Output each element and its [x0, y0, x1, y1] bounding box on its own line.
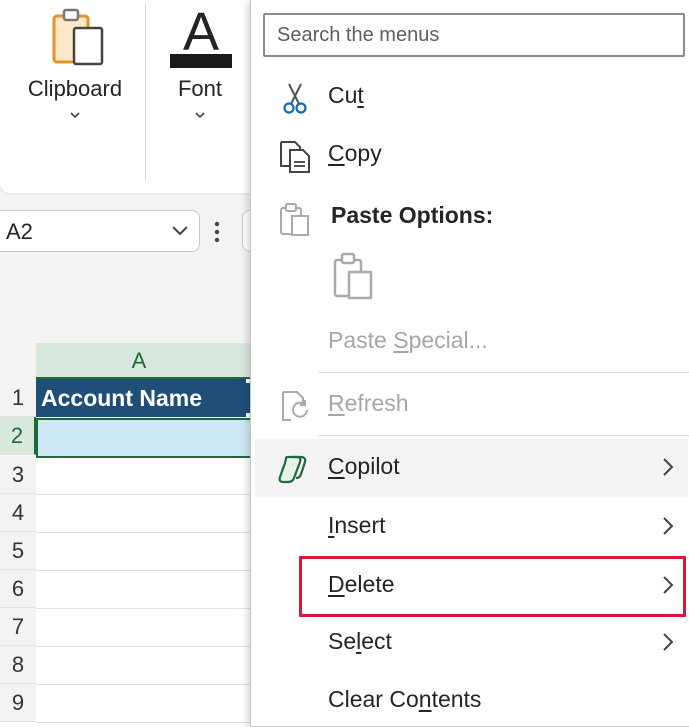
menu-item-cut[interactable]: Cut: [255, 68, 688, 124]
font-icon: A: [170, 4, 232, 68]
name-box-value: A2: [6, 219, 33, 244]
context-menu: Cut Copy Paste Options: Paste Special...: [250, 0, 689, 727]
ribbon: Clipboard A Font: [0, 0, 262, 193]
menu-item-clear-contents[interactable]: Clear Contents: [255, 672, 688, 727]
chevron-down-icon[interactable]: [171, 225, 189, 237]
ribbon-divider: [145, 4, 146, 180]
paste-icon[interactable]: [329, 250, 377, 302]
gridline: [36, 570, 262, 571]
menu-separator: [319, 372, 689, 373]
gridline: [36, 722, 262, 723]
menu-item-label: Select: [328, 628, 392, 654]
menu-item-delete[interactable]: Delete: [255, 557, 688, 613]
menu-item-label: Delete: [328, 571, 395, 597]
menu-item-label: Copilot: [328, 453, 400, 479]
chevron-right-icon: [663, 633, 674, 651]
select-all-corner[interactable]: [0, 343, 36, 379]
chevron-right-icon: [663, 458, 674, 476]
font-group[interactable]: A Font: [150, 0, 250, 140]
menu-separator: [319, 435, 689, 436]
chevron-right-icon: [663, 517, 674, 535]
chevron-right-icon: [663, 576, 674, 594]
menu-item-refresh: Refresh: [255, 376, 688, 432]
gridline: [36, 494, 262, 495]
column-header-a[interactable]: A: [36, 343, 262, 379]
menu-item-label: Insert: [328, 512, 386, 538]
menu-item-paste-special: Paste Special...: [255, 313, 688, 369]
menu-item-label: Copy: [328, 140, 382, 166]
menu-item-copy[interactable]: Copy: [255, 126, 688, 182]
font-glyph: A: [183, 4, 219, 62]
clipboard-label: Clipboard: [27, 76, 123, 101]
menu-item-label: Cut: [328, 82, 364, 108]
menu-item-select[interactable]: Select: [255, 614, 688, 670]
row-header[interactable]: 6: [0, 570, 36, 608]
row-header[interactable]: 4: [0, 494, 36, 532]
more-options-icon[interactable]: [214, 220, 220, 244]
menu-item-label: Clear Contents: [328, 686, 482, 712]
gridline: [36, 532, 262, 533]
chevron-down-icon: [195, 112, 205, 119]
row-header[interactable]: 5: [0, 532, 36, 570]
font-label: Font: [177, 76, 223, 101]
menu-item-copilot[interactable]: Copilot: [255, 439, 688, 497]
refresh-icon: [282, 391, 308, 421]
paste-options-label: Paste Options:: [331, 202, 494, 228]
row-header[interactable]: 1: [0, 379, 36, 417]
menu-item-paste-options: Paste Options:: [255, 188, 688, 244]
menu-search-input[interactable]: [263, 13, 685, 57]
gridline: [36, 646, 262, 647]
row-header[interactable]: 2: [0, 417, 36, 455]
gridline: [36, 608, 262, 609]
menu-item-label: Refresh: [328, 390, 409, 416]
menu-item-label: Paste Special...: [328, 327, 488, 353]
gridline: [36, 684, 262, 685]
cell-a1[interactable]: Account Name: [36, 379, 246, 417]
copilot-icon: [278, 455, 307, 484]
name-box[interactable]: A2: [0, 210, 200, 252]
paste-icon: [280, 203, 309, 236]
scissors-icon: [283, 83, 307, 114]
copy-icon: [280, 141, 310, 173]
row-header[interactable]: 9: [0, 684, 36, 722]
worksheet-grid[interactable]: A 1 2 3 4 5 6 7 8 9 Account Name: [0, 343, 262, 727]
clipboard-icon: [52, 8, 104, 66]
row-header[interactable]: 8: [0, 646, 36, 684]
row-header[interactable]: 7: [0, 608, 36, 646]
cell-a2-selected[interactable]: [36, 418, 252, 458]
row-header[interactable]: 3: [0, 456, 36, 494]
menu-item-insert[interactable]: Insert: [255, 498, 688, 554]
chevron-down-icon: [70, 112, 80, 119]
clipboard-group[interactable]: Clipboard: [10, 0, 140, 140]
